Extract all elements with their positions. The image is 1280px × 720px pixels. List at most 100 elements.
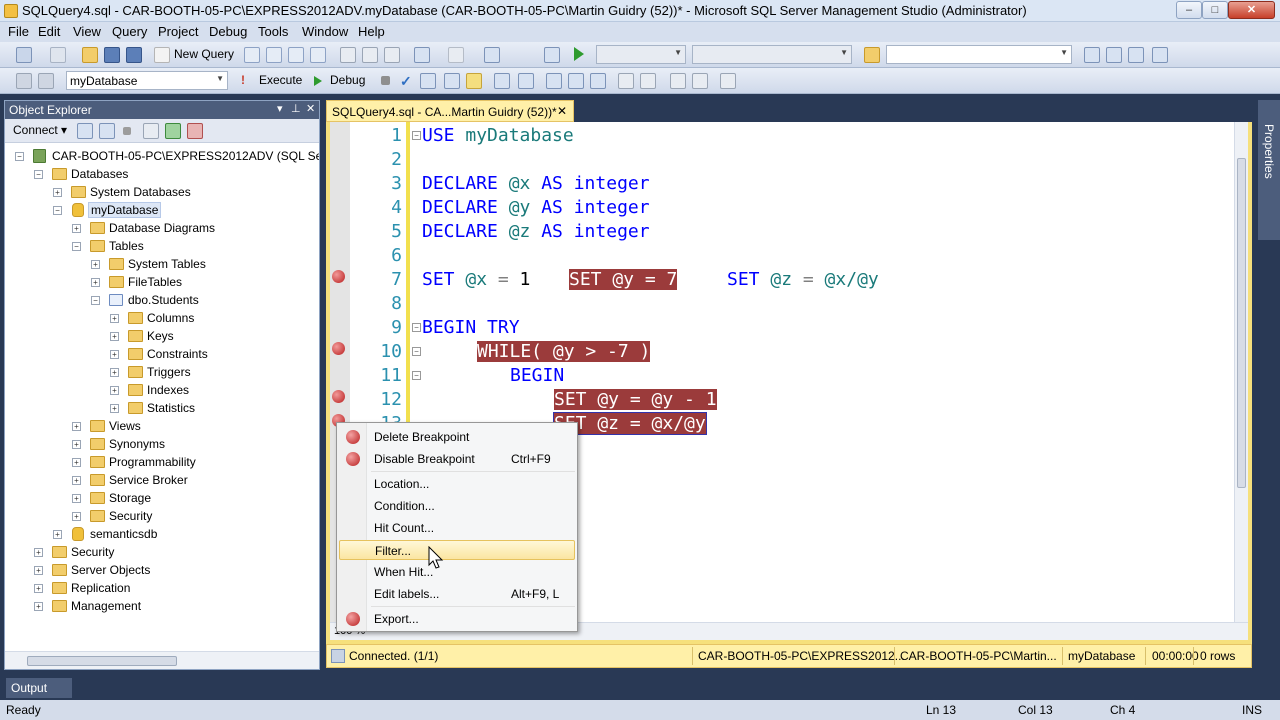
display-plan-icon[interactable] [420, 73, 436, 89]
debug-button[interactable]: Debug [330, 73, 365, 87]
solution-explorer-icon[interactable] [1084, 47, 1100, 63]
filter-icon[interactable] [143, 123, 159, 139]
object-explorer-hscrollbar[interactable] [5, 651, 319, 669]
menu-item-delete-breakpoint[interactable]: Delete Breakpoint [339, 427, 575, 447]
properties-rail[interactable]: Properties [1258, 100, 1280, 240]
open-file-icon[interactable] [82, 47, 98, 63]
results-to-text-icon[interactable] [546, 73, 562, 89]
maximize-button[interactable]: □ [1202, 1, 1228, 19]
undo-icon[interactable] [414, 47, 430, 63]
add-item-icon[interactable] [50, 47, 66, 63]
connect-explorer-icon[interactable] [77, 123, 93, 139]
breakpoint-icon[interactable] [332, 390, 345, 403]
navigate-backward-icon[interactable] [484, 47, 500, 63]
decrease-indent-icon[interactable] [670, 73, 686, 89]
menu-edit[interactable]: Edit [38, 24, 60, 39]
breakpoint-icon[interactable] [332, 270, 345, 283]
tree-node-mydatabase[interactable]: − myDatabase [53, 202, 313, 220]
connect-dropdown[interactable]: Connect ▾ [13, 123, 67, 137]
tree-node-databases[interactable]: − Databases [34, 166, 314, 184]
include-actual-plan-icon[interactable] [494, 73, 510, 89]
menu-debug[interactable]: Debug [209, 24, 247, 39]
tree-node-management[interactable]: + Management [34, 598, 314, 616]
menu-item-hit-count[interactable]: Hit Count... [339, 518, 575, 538]
collapse-icon[interactable]: − [15, 152, 24, 161]
output-tab[interactable]: Output [6, 678, 72, 698]
tree-node-programmability[interactable]: + Programmability [72, 454, 312, 472]
activity-monitor-icon[interactable] [544, 47, 560, 63]
tree-node-server-objects[interactable]: + Server Objects [34, 562, 314, 580]
tab-close-icon[interactable]: ✕ [557, 104, 567, 118]
panel-close-icon[interactable]: ✕ [306, 102, 315, 115]
tree-node-filetables[interactable]: + FileTables [91, 274, 311, 292]
menu-item-export[interactable]: Export... [339, 609, 575, 629]
tree-node-security[interactable]: + Security [34, 544, 314, 562]
menu-project[interactable]: Project [158, 24, 198, 39]
disconnect-icon[interactable] [99, 123, 115, 139]
menu-item-location[interactable]: Location... [339, 474, 575, 494]
tree-node-triggers[interactable]: + Triggers [110, 364, 310, 382]
menu-item-when-hit[interactable]: When Hit... [339, 562, 575, 582]
fold-toggle-icon[interactable]: − [412, 323, 421, 332]
available-databases-select[interactable]: myDatabase ▼ [66, 71, 228, 90]
panel-menu-icon[interactable]: ▾ [277, 102, 283, 115]
new-query-button[interactable]: New Query [174, 47, 234, 61]
intellisense-icon[interactable] [466, 73, 482, 89]
start-debug-icon[interactable] [574, 47, 584, 61]
tree-node-dbo-students[interactable]: − dbo.Students [91, 292, 311, 310]
client-statistics-icon[interactable] [518, 73, 534, 89]
find-in-files-icon[interactable] [864, 47, 880, 63]
tree-node-db-security[interactable]: + Security [72, 508, 312, 526]
uncomment-lines-icon[interactable] [640, 73, 656, 89]
parse-checkmark-icon[interactable]: ✓ [400, 73, 416, 89]
xmla-query-icon[interactable] [310, 47, 326, 63]
menu-window[interactable]: Window [302, 24, 348, 39]
refresh-icon[interactable] [165, 123, 181, 139]
tree-node-indexes[interactable]: + Indexes [110, 382, 310, 400]
stop-icon[interactable] [123, 127, 131, 135]
menu-tools[interactable]: Tools [258, 24, 288, 39]
tree-node-database-diagrams[interactable]: + Database Diagrams [72, 220, 312, 238]
menu-file[interactable]: File [8, 24, 29, 39]
cancel-query-icon[interactable] [381, 76, 390, 85]
new-query-icon[interactable] [154, 47, 170, 63]
save-all-icon[interactable] [126, 47, 142, 63]
activity-icon[interactable] [187, 123, 203, 139]
fold-toggle-icon[interactable]: − [412, 131, 421, 140]
tree-node-views[interactable]: + Views [72, 418, 312, 436]
tree-node-system-tables[interactable]: + System Tables [91, 256, 311, 274]
increase-indent-icon[interactable] [692, 73, 708, 89]
db-engine-query-icon[interactable] [244, 47, 260, 63]
menu-item-edit-labels[interactable]: Edit labels... Alt+F9, L [339, 584, 575, 604]
tree-node-synonyms[interactable]: + Synonyms [72, 436, 312, 454]
copy-icon[interactable] [362, 47, 378, 63]
fold-toggle-icon[interactable]: − [412, 347, 421, 356]
editor-vscrollbar[interactable] [1234, 122, 1248, 622]
tree-node-columns[interactable]: + Columns [110, 310, 310, 328]
tree-node-tables[interactable]: − Tables [72, 238, 312, 256]
tree-node-replication[interactable]: + Replication [34, 580, 314, 598]
tab-sqlquery4[interactable]: SQLQuery4.sql - CA...Martin Guidry (52))… [326, 100, 574, 122]
query-designer-icon[interactable] [444, 73, 460, 89]
other-windows-icon[interactable] [1152, 47, 1168, 63]
scroll-thumb[interactable] [1237, 158, 1246, 488]
properties-window-icon[interactable] [1106, 47, 1122, 63]
specify-template-values-icon[interactable] [720, 73, 736, 89]
results-to-file-icon[interactable] [590, 73, 606, 89]
tree-node-semanticsdb[interactable]: + semanticsdb [53, 526, 313, 544]
comment-lines-icon[interactable] [618, 73, 634, 89]
tree-node-service-broker[interactable]: + Service Broker [72, 472, 312, 490]
menu-item-filter[interactable]: Filter... [339, 540, 575, 560]
execute-button[interactable]: Execute [259, 73, 302, 87]
tree-node-server[interactable]: − CAR-BOOTH-05-PC\EXPRESS2012ADV (SQL Se… [15, 148, 319, 166]
find-input[interactable]: ▼ [886, 45, 1072, 64]
properties-tab[interactable]: Properties [1262, 124, 1276, 179]
breakpoint-icon[interactable] [332, 342, 345, 355]
tree-node-statistics[interactable]: + Statistics [110, 400, 310, 418]
paste-icon[interactable] [384, 47, 400, 63]
change-connection-icon[interactable] [38, 73, 54, 89]
pin-icon[interactable]: ⊥ [291, 102, 301, 115]
tree-node-keys[interactable]: + Keys [110, 328, 310, 346]
solution-platform-select[interactable]: ▼ [692, 45, 852, 64]
tree-node-storage[interactable]: + Storage [72, 490, 312, 508]
